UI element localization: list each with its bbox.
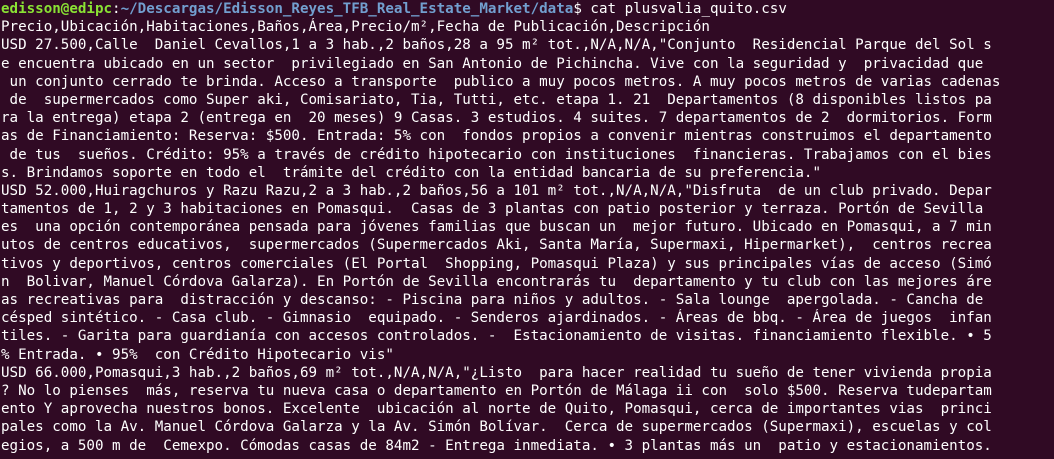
output-line: % Entrada. • 95% con Crédito Hipotecario…	[1, 346, 394, 363]
prompt-cwd: ~/Descargas/Edisson_Reyes_TFB_Real_Estat…	[120, 1, 574, 17]
command-prompt-line: edisson@edipc:~/Descargas/Edisson_Reyes_…	[0, 0, 1054, 18]
output-line: tivos y deportivos, centros comerciales …	[1, 255, 992, 272]
output-line: tamentos de 1, 2 y 3 habitaciones en Pom…	[1, 201, 984, 218]
output-line: USD 52.000,Huiragchuros y Razu Razu,2 a …	[1, 182, 992, 199]
terminal-output: Precio,Ubicación,Habitaciones,Baños,Área…	[0, 18, 1054, 455]
output-line: as recreativas para distracción y descan…	[1, 292, 984, 308]
terminal-window[interactable]: edisson@edipc:~/Descargas/Edisson_Reyes_…	[0, 0, 1054, 459]
output-line: ? No lo pienses más, reserva tu nueva ca…	[1, 382, 992, 399]
output-line: de supermercados como Super aki, Comisar…	[1, 91, 992, 108]
output-line: pales como la Av. Manuel Córdova Galarza…	[1, 419, 992, 436]
output-line: ra la entrega) etapa 2 (entrega en 20 me…	[1, 110, 992, 127]
output-line: egios, a 500 m de Cemexpo. Cómodas casas…	[1, 437, 992, 454]
output-line: e encuentra ubicado en un sector privile…	[1, 55, 984, 72]
output-line: as de Financiamiento: Reserva: $500. Ent…	[1, 128, 992, 145]
output-line: USD 27.500,Calle Daniel Cevallos,1 a 3 h…	[1, 37, 992, 54]
output-line: de tus sueños. Crédito: 95% a través de …	[1, 146, 992, 163]
prompt-symbol: $	[573, 1, 591, 17]
output-line: USD 66.000,Pomasqui,3 hab.,2 baños,69 m²…	[1, 364, 992, 381]
prompt-command: cat plusvalia_quito.csv	[590, 1, 787, 17]
output-line: césped sintético. - Casa club. - Gimnasi…	[1, 310, 992, 327]
prompt-user-host: edisson@edipc	[1, 1, 113, 17]
output-line: utos de centros educativos, supermercado…	[1, 237, 992, 254]
output-line: un conjunto cerrado te brinda. Acceso a …	[1, 73, 1001, 90]
output-line: ento Y aprovecha nuestros bonos. Excelen…	[1, 401, 992, 418]
output-line: es una opción contemporánea pensada para…	[1, 219, 992, 236]
output-line: n Bolivar, Manuel Córdova Galarza). En P…	[1, 273, 992, 290]
output-line: Precio,Ubicación,Habitaciones,Baños,Área…	[1, 19, 710, 36]
output-line: tiles. - Garita para guardianía con acce…	[1, 328, 992, 345]
prompt-separator: :	[112, 1, 121, 17]
output-line: s. Brindamos soporte en todo el trámite …	[1, 164, 821, 181]
